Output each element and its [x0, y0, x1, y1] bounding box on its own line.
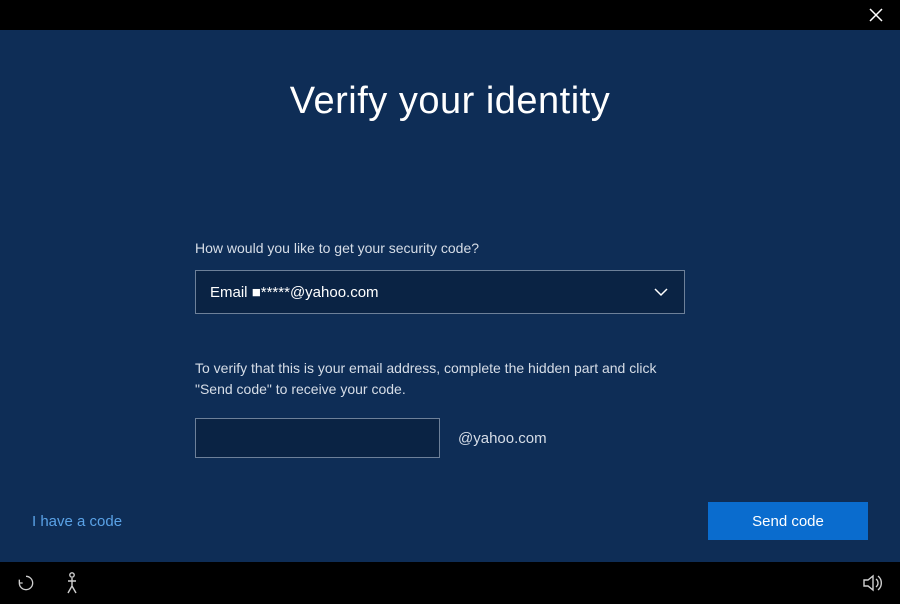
- accessibility-icon[interactable]: [62, 572, 82, 594]
- email-prefix-input[interactable]: [195, 418, 440, 458]
- chevron-down-icon: [652, 283, 670, 301]
- volume-icon[interactable]: [862, 573, 884, 593]
- send-code-button[interactable]: Send code: [708, 502, 868, 540]
- titlebar: [0, 0, 900, 30]
- dropdown-selected-value: Email ■*****@yahoo.com: [210, 284, 379, 301]
- question-text: How would you like to get your security …: [195, 240, 705, 256]
- dropdown-prefix: Email: [210, 284, 252, 301]
- dropdown-domain: @yahoo.com: [290, 284, 379, 301]
- have-code-link[interactable]: I have a code: [32, 513, 122, 530]
- email-input-row: @yahoo.com: [195, 418, 705, 458]
- taskbar: [0, 562, 900, 604]
- main-panel: Verify your identity How would you like …: [0, 30, 900, 562]
- method-dropdown[interactable]: Email ■*****@yahoo.com: [195, 270, 685, 314]
- page-title: Verify your identity: [0, 80, 900, 123]
- email-domain-label: @yahoo.com: [458, 430, 547, 447]
- instruction-text: To verify that this is your email addres…: [195, 358, 685, 400]
- dropdown-mask: ■*****: [252, 284, 290, 301]
- close-icon[interactable]: [864, 3, 888, 27]
- power-icon[interactable]: [16, 573, 36, 593]
- verify-form: How would you like to get your security …: [195, 240, 705, 458]
- bottom-actions: I have a code Send code: [32, 502, 868, 540]
